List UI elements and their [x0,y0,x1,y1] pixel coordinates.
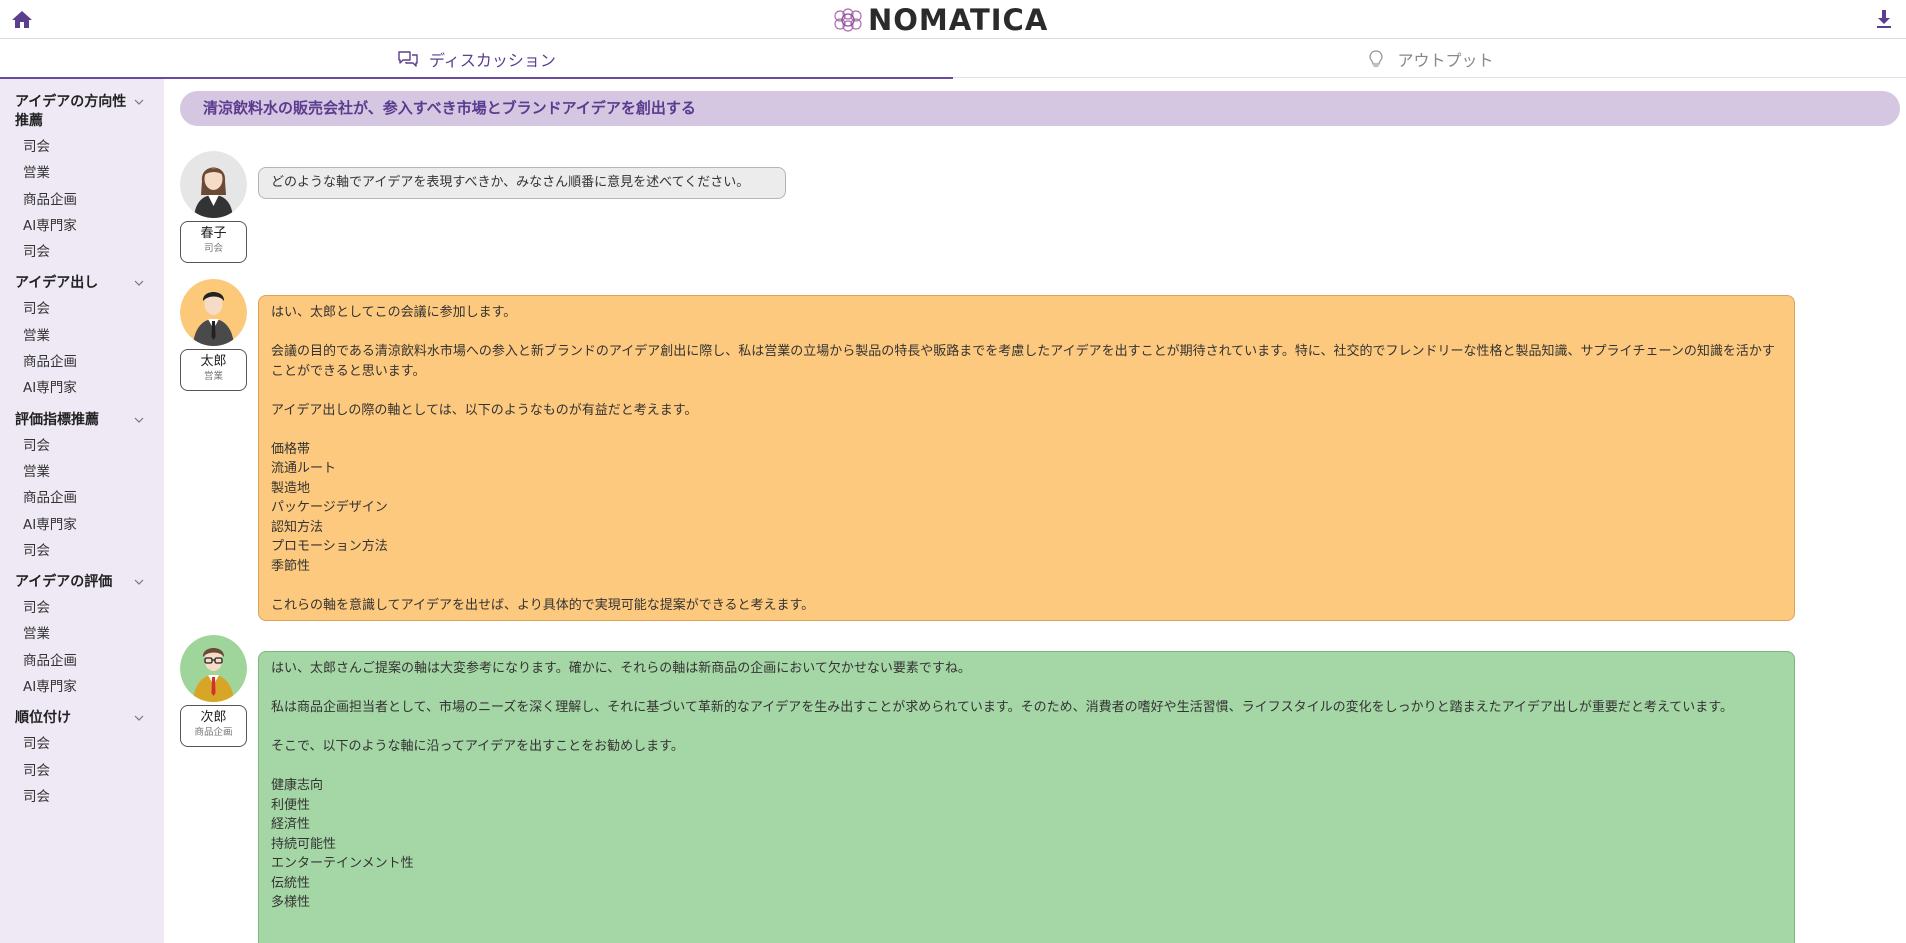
sidebar-item[interactable]: 司会 [0,758,164,784]
sidebar-section-evaluation[interactable]: アイデアの評価 [0,573,164,592]
sidebar-item[interactable]: 商品企画 [0,648,164,674]
topic-banner: 清涼飲料水の販売会社が、参入すべき市場とブランドアイデアを創出する [180,91,1900,126]
sidebar-item[interactable]: 司会 [0,731,164,757]
lightbulb-icon [1369,50,1384,67]
sidebar-item[interactable]: 商品企画 [0,485,164,511]
message-bubble: はい、太郎さんご提案の軸は大変参考になります。確かに、それらの軸は新商品の企画に… [258,651,1795,943]
sidebar-item[interactable]: 営業 [0,323,164,349]
top-header: NOMATICA [0,0,1906,39]
avatar-woman-icon [180,151,247,218]
chat-bubbles-icon [398,51,418,67]
avatar-man-glasses-icon [180,635,247,702]
tab-output[interactable]: アウトプット [953,40,1906,78]
discussion-panel: 清涼飲料水の販売会社が、参入すべき市場とブランドアイデアを創出する 春子 司会 … [164,79,1906,943]
sidebar-section-ideation[interactable]: アイデア出し [0,274,164,293]
sidebar-section-title: アイデア出し [15,275,99,292]
sidebar: アイデアの方向性推薦 司会 営業 商品企画 AI専門家 司会 アイデア出し 司会… [0,79,164,943]
logo-mark-icon [834,8,862,32]
sidebar-item[interactable]: AI専門家 [0,674,164,700]
sidebar-item[interactable]: AI専門家 [0,512,164,538]
speaker-role: 司会 [203,243,223,254]
sidebar-section-title: 評価指標推薦 [15,411,99,428]
sidebar-item[interactable]: AI専門家 [0,375,164,401]
sidebar-item[interactable]: 司会 [0,239,164,265]
sidebar-item[interactable]: 営業 [0,160,164,186]
sidebar-item[interactable]: 司会 [0,134,164,160]
sidebar-section-title: アイデアの方向性推薦 [15,94,127,129]
sidebar-section-title: 順位付け [15,710,71,727]
view-tabs: ディスカッション アウトプット [0,40,1906,79]
speaker-card: 次郎 商品企画 [180,705,247,747]
sidebar-item[interactable]: 営業 [0,621,164,647]
sidebar-section-direction[interactable]: アイデアの方向性推薦 [0,93,164,131]
speaker-card: 太郎 営業 [180,349,247,391]
speaker-name: 次郎 [200,710,227,725]
sidebar-item[interactable]: 司会 [0,595,164,621]
chevron-down-icon [134,579,144,586]
chevron-down-icon [134,99,144,105]
tab-discussion[interactable]: ディスカッション [0,40,953,79]
chevron-down-icon [134,281,144,287]
tab-output-label: アウトプット [1397,51,1494,70]
sidebar-section-metrics[interactable]: 評価指標推薦 [0,411,164,430]
message-bubble: はい、太郎としてこの会議に参加します。 会議の目的である清涼飲料水市場への参入と… [258,295,1795,621]
chevron-down-icon [134,715,144,722]
logo-text: NOMATICA [868,3,1049,37]
avatar [180,635,247,702]
home-icon[interactable] [10,8,34,30]
sidebar-item[interactable]: 営業 [0,459,164,485]
sidebar-item[interactable]: 司会 [0,538,164,564]
chevron-down-icon [134,417,144,423]
avatar [180,279,247,346]
logo: NOMATICA [832,3,1049,37]
sidebar-item[interactable]: 司会 [0,296,164,322]
speaker-role: 営業 [203,371,223,382]
sidebar-item[interactable]: 商品企画 [0,187,164,213]
avatar [180,151,247,218]
sidebar-item[interactable]: 司会 [0,784,164,810]
speaker-card: 春子 司会 [180,221,247,263]
speaker-name: 春子 [200,226,227,241]
speaker-role: 商品企画 [194,727,233,738]
sidebar-item[interactable]: AI専門家 [0,213,164,239]
tab-discussion-label: ディスカッション [429,51,556,70]
sidebar-section-title: アイデアの評価 [15,574,113,591]
sidebar-item[interactable]: 商品企画 [0,349,164,375]
download-icon[interactable] [1874,8,1894,30]
avatar-man-suit-icon [180,279,247,346]
sidebar-section-ranking[interactable]: 順位付け [0,709,164,728]
speaker-name: 太郎 [200,354,227,369]
message-bubble: どのような軸でアイデアを表現すべきか、みなさん順番に意見を述べてください。 [258,167,786,199]
sidebar-item[interactable]: 司会 [0,433,164,459]
